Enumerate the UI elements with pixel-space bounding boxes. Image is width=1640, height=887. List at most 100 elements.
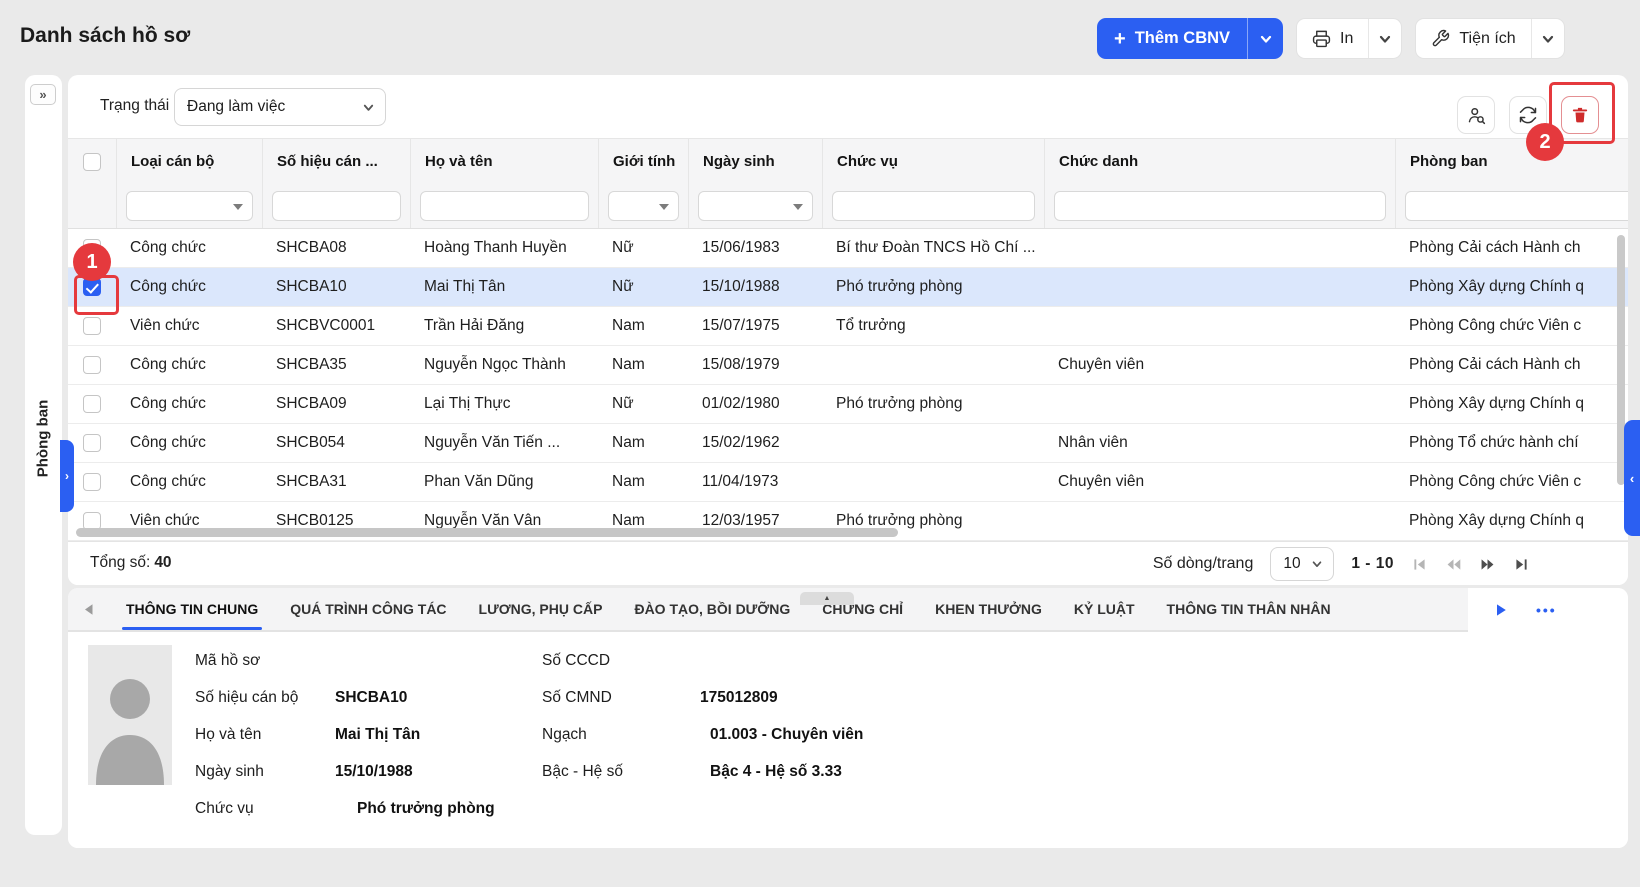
cell-code: SHCBA31 [262, 463, 410, 501]
cell-department: Phòng Xây dựng Chính q [1395, 385, 1628, 423]
sidebar-toggle-handle[interactable]: › [60, 440, 74, 512]
field-value: 01.003 - Chuyên viên [700, 726, 863, 744]
printer-icon [1312, 29, 1331, 48]
column-header-2[interactable]: Số hiệu cán ... [262, 139, 410, 184]
table-header: Loại cán bộSố hiệu cán ...Họ và tênGiới … [68, 138, 1628, 184]
add-cbnv-button[interactable]: + Thêm CBNV [1097, 18, 1248, 59]
cell-code: SHCB054 [262, 424, 410, 462]
horizontal-scrollbar[interactable] [76, 528, 898, 537]
next-page-button[interactable] [1479, 556, 1496, 573]
sidebar-expand-button[interactable]: » [30, 84, 56, 105]
cell-name: Lại Thị Thực [410, 385, 598, 423]
row-checkbox[interactable] [83, 395, 101, 413]
first-page-icon [1411, 556, 1428, 573]
sidebar-panel: » Phòng ban [25, 75, 62, 835]
field-label: Số CMND [542, 689, 700, 707]
cell-type: Công chức [116, 268, 262, 306]
filter-select-5[interactable] [698, 191, 813, 221]
utilities-dropdown[interactable] [1531, 19, 1564, 58]
tab-4[interactable]: ĐÀO TẠO, BỒI DƯỠNG [618, 588, 806, 630]
filter-input-7[interactable] [1054, 191, 1386, 221]
cell-gender: Nam [598, 346, 688, 384]
tab-7[interactable]: KỶ LUẬT [1058, 588, 1151, 630]
cell-name: Nguyễn Ngọc Thành [410, 346, 598, 384]
row-checkbox[interactable] [83, 356, 101, 374]
select-all-checkbox[interactable] [83, 153, 101, 171]
first-page-button[interactable] [1411, 556, 1428, 573]
tab-scroll-right[interactable] [1493, 602, 1509, 618]
rows-per-page-select[interactable]: 10 [1270, 547, 1334, 581]
filter-input-8[interactable] [1405, 191, 1628, 221]
find-user-button[interactable] [1457, 96, 1495, 134]
field-label: Số CCCD [542, 652, 700, 670]
field-value: 175012809 [700, 689, 778, 707]
cell-dob: 15/07/1975 [688, 307, 822, 345]
detail-fields-left: Mã hồ sơSố hiệu cán bộSHCBA10Họ và tênMa… [195, 642, 541, 827]
chevron-down-icon [1541, 32, 1555, 46]
cell-code: SHCBA09 [262, 385, 410, 423]
top-actions: + Thêm CBNV In Tiện ích [1097, 18, 1565, 59]
filter-select-1[interactable] [126, 191, 253, 221]
column-header-8[interactable]: Phòng ban [1395, 139, 1628, 184]
column-header-6[interactable]: Chức vụ [822, 139, 1044, 184]
filter-input-2[interactable] [272, 191, 401, 221]
right-panel-toggle-handle[interactable]: ‹ [1624, 420, 1640, 536]
cell-title [1044, 268, 1395, 306]
tab-1[interactable]: THÔNG TIN CHUNG [110, 588, 274, 630]
status-select[interactable]: Đang làm việc [174, 88, 386, 126]
filter-input-6[interactable] [832, 191, 1035, 221]
table-row[interactable]: Công chức SHCBA08 Hoàng Thanh Huyền Nữ 1… [68, 229, 1628, 268]
chevron-down-icon [1311, 558, 1323, 570]
table-row[interactable]: Công chức SHCBA09 Lại Thị Thực Nữ 01/02/… [68, 385, 1628, 424]
cell-gender: Nữ [598, 268, 688, 306]
column-header-4[interactable]: Giới tính [598, 139, 688, 184]
cell-title: Nhân viên [1044, 424, 1395, 462]
filter-input-3[interactable] [420, 191, 589, 221]
total-label: Tổng số: [90, 554, 150, 571]
row-checkbox[interactable] [83, 434, 101, 452]
tab-scroll-left[interactable] [68, 588, 110, 630]
add-cbnv-dropdown[interactable] [1248, 18, 1283, 59]
cell-dob: 15/02/1962 [688, 424, 822, 462]
annotation-box-checkbox [74, 275, 119, 315]
tab-8[interactable]: THÔNG TIN THÂN NHÂN [1151, 588, 1347, 630]
filter-row [68, 184, 1628, 229]
table-row[interactable]: Công chức SHCBA31 Phan Văn Dũng Nam 11/0… [68, 463, 1628, 502]
prev-page-button[interactable] [1445, 556, 1462, 573]
detail-collapse-handle[interactable]: ▲ [800, 592, 854, 605]
last-page-button[interactable] [1513, 556, 1530, 573]
rows-per-page-label: Số dòng/trang [1153, 555, 1254, 573]
tab-3[interactable]: LƯƠNG, PHỤ CẤP [463, 588, 619, 630]
cell-type: Công chức [116, 424, 262, 462]
column-header-7[interactable]: Chức danh [1044, 139, 1395, 184]
field-value: Mai Thị Tân [335, 726, 420, 744]
field-label: Mã hồ sơ [195, 652, 335, 670]
table-row[interactable]: Công chức SHCBA10 Mai Thị Tân Nữ 15/10/1… [68, 268, 1628, 307]
tab-more-button[interactable]: ••• [1536, 602, 1557, 618]
column-header-5[interactable]: Ngày sinh [688, 139, 822, 184]
column-header-3[interactable]: Họ và tên [410, 139, 598, 184]
utilities-button[interactable]: Tiện ích [1416, 19, 1530, 58]
row-checkbox[interactable] [83, 317, 101, 335]
table-row[interactable]: Công chức SHCB054 Nguyễn Văn Tiến ... Na… [68, 424, 1628, 463]
print-dropdown[interactable] [1368, 19, 1401, 58]
filter-select-4[interactable] [608, 191, 679, 221]
table-row[interactable]: Công chức SHCBA35 Nguyễn Ngọc Thành Nam … [68, 346, 1628, 385]
field-label: Chức vụ [195, 800, 335, 818]
utilities-label: Tiện ích [1459, 30, 1515, 48]
total-count: Tổng số:40 [90, 554, 172, 572]
detail-fields-right: Số CCCDSố CMND175012809Ngạch01.003 - Chu… [542, 642, 1162, 790]
cell-department: Phòng Cải cách Hành ch [1395, 229, 1628, 267]
tab-2[interactable]: QUÁ TRÌNH CÔNG TÁC [274, 588, 462, 630]
chevron-down-icon [362, 101, 375, 114]
chevron-down-icon [1378, 32, 1392, 46]
table-row[interactable]: Viên chức SHCBVC0001 Trần Hải Đăng Nam 1… [68, 307, 1628, 346]
row-checkbox[interactable] [83, 473, 101, 491]
cell-dob: 11/04/1973 [688, 463, 822, 501]
cell-title: Chuyên viên [1044, 346, 1395, 384]
print-button[interactable]: In [1297, 19, 1368, 58]
cell-title [1044, 502, 1395, 540]
tab-6[interactable]: KHEN THƯỞNG [919, 588, 1058, 630]
column-header-1[interactable]: Loại cán bộ [116, 139, 262, 184]
detail-body: Mã hồ sơSố hiệu cán bộSHCBA10Họ và tênMa… [68, 632, 1628, 848]
